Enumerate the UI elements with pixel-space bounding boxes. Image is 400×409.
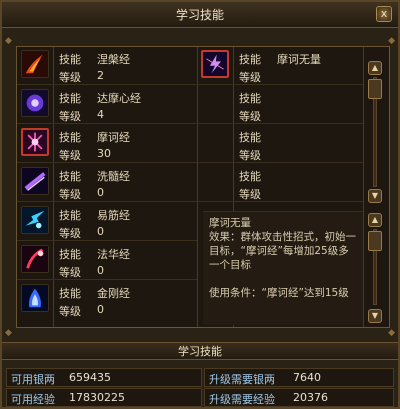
skill-name: 摩诃经 xyxy=(97,131,130,144)
skill-label: 技能 xyxy=(239,53,261,66)
resource-stats: 可用银两 659435 升级需要银两 7640 可用经验 17830225 升级… xyxy=(6,368,394,408)
skill-name: 金刚经 xyxy=(97,287,130,300)
skill-name: 法华经 xyxy=(97,248,130,261)
window-title: 学习技能 xyxy=(175,8,224,22)
skill-row[interactable]: 技能 法华经 等级 0 xyxy=(17,242,197,280)
skill-label: 技能 xyxy=(59,170,81,183)
violet-slash-skill-icon xyxy=(21,167,49,195)
stat-value: 659435 xyxy=(69,371,111,384)
skill-row[interactable]: 技能 金刚经 等级 0 xyxy=(17,281,197,319)
skill-label: 技能 xyxy=(59,131,81,144)
close-button[interactable]: x xyxy=(376,6,392,22)
level-label: 等级 xyxy=(59,188,81,201)
skill-level: 2 xyxy=(97,69,104,82)
skill-row[interactable]: 技能 等级 xyxy=(197,125,363,163)
skill-row[interactable]: 技能 易筋经 等级 0 xyxy=(17,203,197,241)
level-label: 等级 xyxy=(239,188,261,201)
skill-level: 30 xyxy=(97,147,111,160)
stat-value: 17830225 xyxy=(69,391,125,404)
column-divider xyxy=(363,47,364,327)
skill-label: 技能 xyxy=(239,92,261,105)
blue-flame-skill-icon xyxy=(21,284,49,312)
description-title: 摩诃无量 xyxy=(209,217,251,229)
skill-row[interactable]: 技能 摩诃经 等级 30 xyxy=(17,125,197,163)
skill-name: 易筋经 xyxy=(97,209,130,222)
level-label: 等级 xyxy=(239,71,261,84)
level-label: 等级 xyxy=(59,71,81,84)
description-condition: 使用条件：“摩诃经”达到15级 xyxy=(209,287,349,299)
skill-list-panel: 技能 涅槃经 等级 2 技能 达摩心经 等级 4 技能 摩诃经 等级 30 技能… xyxy=(16,46,390,328)
corner-ornament-bottom-left-icon: ◆ xyxy=(5,328,12,338)
skill-label: 技能 xyxy=(239,170,261,183)
stat-label: 升级需要银两 xyxy=(209,373,275,386)
available-silver: 可用银两 659435 xyxy=(6,368,202,387)
scroll-down-button[interactable]: ▼ xyxy=(368,189,382,203)
level-label: 等级 xyxy=(59,110,81,123)
skill-learning-window: 学习技能 x ◆ ◆ 技能 涅槃经 等级 2 技能 达摩心经 等级 4 技能 摩… xyxy=(0,0,400,409)
chevron-up-icon: ▲ xyxy=(371,215,379,224)
upgrade-exp: 升级需要经验 20376 xyxy=(204,388,394,407)
skill-label: 技能 xyxy=(59,248,81,261)
level-label: 等级 xyxy=(239,149,261,162)
skill-label: 技能 xyxy=(59,53,81,66)
stat-value: 20376 xyxy=(293,391,328,404)
learn-skill-label: 学习技能 xyxy=(178,345,222,358)
window-titlebar: 学习技能 xyxy=(2,2,398,28)
corner-ornament-top-left-icon: ◆ xyxy=(5,36,12,46)
skill-description-box: 摩诃无量 效果：群体攻击性招式，初始一目标，“摩诃经”每增加25级多一个目标 使… xyxy=(203,211,363,325)
skill-level: 4 xyxy=(97,108,104,121)
skill-level: 0 xyxy=(97,264,104,277)
skill-level: 0 xyxy=(97,225,104,238)
corner-ornament-bottom-right-icon: ◆ xyxy=(388,328,395,338)
skill-label: 技能 xyxy=(59,209,81,222)
skill-row[interactable]: 技能 涅槃经 等级 2 xyxy=(17,47,197,85)
lightning-skill-icon xyxy=(201,50,229,78)
level-label: 等级 xyxy=(239,110,261,123)
scrollbar-thumb[interactable] xyxy=(368,79,382,99)
available-exp: 可用经验 17830225 xyxy=(6,388,202,407)
upgrade-silver: 升级需要银两 7640 xyxy=(204,368,394,387)
skill-row[interactable]: 技能 达摩心经 等级 4 xyxy=(17,86,197,124)
level-label: 等级 xyxy=(59,149,81,162)
purple-orb-skill-icon xyxy=(21,89,49,117)
skill-label: 技能 xyxy=(59,287,81,300)
close-icon: x xyxy=(380,7,388,20)
chevron-down-icon: ▼ xyxy=(371,311,379,320)
skill-name: 洗髓经 xyxy=(97,170,130,183)
skill-level: 0 xyxy=(97,303,104,316)
desc-scroll-down-button[interactable]: ▼ xyxy=(368,309,382,323)
scroll-up-button[interactable]: ▲ xyxy=(368,61,382,75)
pink-burst-skill-icon xyxy=(21,128,49,156)
level-label: 等级 xyxy=(59,227,81,240)
corner-ornament-top-right-icon: ◆ xyxy=(388,36,395,46)
skill-label: 技能 xyxy=(239,131,261,144)
stat-label: 可用银两 xyxy=(11,373,55,386)
skill-row[interactable]: 技能 等级 xyxy=(197,86,363,124)
skill-name: 达摩心经 xyxy=(97,92,141,105)
fire-skill-icon xyxy=(21,50,49,78)
skill-label: 技能 xyxy=(59,92,81,105)
stat-label: 升级需要经验 xyxy=(209,393,275,406)
skill-row[interactable]: 技能 等级 xyxy=(197,164,363,202)
chevron-up-icon: ▲ xyxy=(371,63,379,72)
chevron-down-icon: ▼ xyxy=(371,191,379,200)
desc-scrollbar-thumb[interactable] xyxy=(368,231,382,251)
stat-label: 可用经验 xyxy=(11,393,55,406)
skill-level: 0 xyxy=(97,186,104,199)
skill-row[interactable]: 技能 摩诃无量 等级 xyxy=(197,47,363,85)
skill-row[interactable]: 技能 洗髓经 等级 0 xyxy=(17,164,197,202)
skill-name: 涅槃经 xyxy=(97,53,130,66)
desc-scroll-up-button[interactable]: ▲ xyxy=(368,213,382,227)
level-label: 等级 xyxy=(59,305,81,318)
cyan-spark-skill-icon xyxy=(21,206,49,234)
red-flare-skill-icon xyxy=(21,245,49,273)
stat-value: 7640 xyxy=(293,371,321,384)
description-effect: 效果：群体攻击性招式，初始一目标，“摩诃经”每增加25级多一个目标 xyxy=(209,231,356,271)
learn-skill-button[interactable]: 学习技能 xyxy=(2,342,398,360)
skill-name: 摩诃无量 xyxy=(277,53,321,66)
level-label: 等级 xyxy=(59,266,81,279)
